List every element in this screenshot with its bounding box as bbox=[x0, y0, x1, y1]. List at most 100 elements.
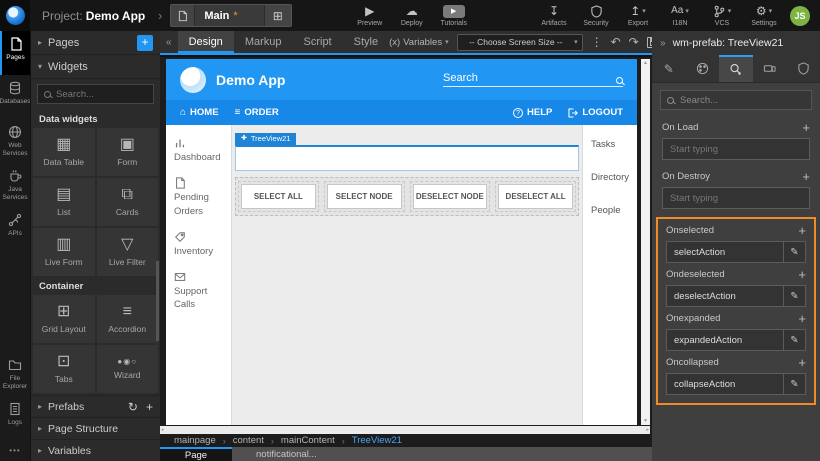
tab-properties[interactable]: ✎ bbox=[652, 55, 686, 82]
widget-tile-form[interactable]: ▣ Form bbox=[97, 128, 159, 176]
tab-design[interactable]: Design bbox=[178, 31, 234, 53]
rail-item-java-services[interactable]: Java Services bbox=[0, 163, 30, 207]
add-prefab-icon[interactable]: + bbox=[146, 400, 153, 414]
add-handler-icon[interactable]: + bbox=[798, 226, 806, 236]
tab-script[interactable]: Script bbox=[293, 31, 343, 53]
rail-item-file-explorer[interactable]: File Explorer bbox=[0, 352, 30, 396]
tab-devices[interactable] bbox=[753, 55, 787, 82]
nav-help[interactable]: ? HELP bbox=[513, 107, 552, 118]
widget-tile-data-table[interactable]: ▦ Data Table bbox=[33, 128, 95, 176]
sidenav-dashboard[interactable]: Dashboard bbox=[174, 137, 223, 164]
kebab-menu-icon[interactable]: ⋮ bbox=[591, 35, 603, 49]
ondeselected-field[interactable]: deselectAction ✎ bbox=[666, 285, 806, 307]
page-structure-section-header[interactable]: ▸ Page Structure bbox=[31, 417, 160, 439]
security-button[interactable]: Security bbox=[580, 4, 612, 27]
deploy-button[interactable]: ☁ Deploy bbox=[396, 4, 428, 27]
widget-tile-grid-layout[interactable]: ⊞ Grid Layout bbox=[33, 295, 95, 343]
list-item-people[interactable]: People bbox=[591, 205, 629, 216]
tab-security[interactable] bbox=[786, 55, 820, 82]
app-search-input[interactable] bbox=[443, 72, 608, 84]
widget-tile-cards[interactable]: ⧉ Cards bbox=[97, 178, 159, 226]
breadcrumb-item[interactable]: mainpage bbox=[174, 435, 216, 446]
collapse-right-panel-icon[interactable]: » bbox=[660, 38, 666, 49]
pages-section-header[interactable]: ▸ Pages + bbox=[31, 31, 160, 55]
add-page-button[interactable]: + bbox=[137, 35, 153, 51]
on-load-input[interactable] bbox=[662, 138, 810, 160]
edit-action-button[interactable]: ✎ bbox=[783, 242, 805, 262]
sidenav-inventory[interactable]: Inventory bbox=[174, 231, 223, 258]
rail-item-web-services[interactable]: Web Services bbox=[0, 119, 30, 163]
export-button[interactable]: ↥▾ Export bbox=[622, 4, 654, 27]
user-avatar[interactable]: JS bbox=[790, 6, 810, 26]
rail-item-apis[interactable]: APIs bbox=[0, 207, 30, 251]
widget-tile-accordion[interactable]: ≡ Accordion bbox=[97, 295, 159, 343]
list-item-tasks[interactable]: Tasks bbox=[591, 139, 629, 150]
artifacts-button[interactable]: ↧ Artifacts bbox=[538, 4, 570, 27]
select-all-button[interactable]: SELECT ALL bbox=[241, 184, 316, 209]
app-search[interactable] bbox=[443, 72, 623, 87]
breadcrumb-item[interactable]: mainContent bbox=[281, 435, 335, 446]
deselect-node-button[interactable]: DESELECT NODE bbox=[413, 184, 488, 209]
tab-markup[interactable]: Markup bbox=[234, 31, 293, 53]
tutorials-button[interactable]: ▶ Tutorials bbox=[438, 4, 470, 27]
widget-tile-list[interactable]: ▤ List bbox=[33, 178, 95, 226]
edit-action-button[interactable]: ✎ bbox=[783, 330, 805, 350]
selected-widget-tab[interactable]: ✚ TreeView21 bbox=[235, 133, 296, 145]
canvas-horizontal-scrollbar[interactable]: ◂ ▸ bbox=[160, 426, 650, 434]
variables-section-header[interactable]: ▸ Variables bbox=[31, 439, 160, 461]
select-node-button[interactable]: SELECT NODE bbox=[327, 184, 402, 209]
rail-item-pages[interactable]: Pages bbox=[0, 31, 30, 75]
add-handler-icon[interactable]: + bbox=[798, 314, 806, 324]
widget-tile-wizard[interactable]: ●◉○ Wizard bbox=[97, 345, 159, 393]
pages-grid-button[interactable]: ⊞ bbox=[264, 5, 291, 26]
deselect-all-button[interactable]: DESELECT ALL bbox=[498, 184, 573, 209]
tab-styles[interactable] bbox=[686, 55, 720, 82]
undo-icon[interactable]: ↶ bbox=[611, 35, 621, 49]
variables-dropdown[interactable]: (x) Variables ▾ bbox=[389, 37, 449, 48]
scroll-left-icon[interactable]: ◂ bbox=[161, 427, 164, 433]
tab-style[interactable]: Style bbox=[343, 31, 389, 53]
more-options-icon[interactable]: ••• bbox=[0, 440, 30, 459]
widget-search[interactable] bbox=[37, 84, 154, 104]
refresh-prefabs-icon[interactable]: ↻ bbox=[128, 400, 138, 414]
redo-icon[interactable]: ↷ bbox=[629, 35, 639, 49]
breadcrumb-item[interactable]: content bbox=[233, 435, 264, 446]
settings-button[interactable]: ⚙▾ Settings bbox=[748, 4, 780, 27]
i18n-button[interactable]: Aa▾ I18N bbox=[664, 4, 696, 27]
widgets-section-header[interactable]: ▾ Widgets bbox=[31, 55, 160, 79]
scroll-right-icon[interactable]: ▸ bbox=[646, 427, 649, 433]
tab-events[interactable] bbox=[719, 55, 753, 82]
collapse-panel-icon[interactable]: « bbox=[160, 37, 178, 48]
edit-action-button[interactable]: ✎ bbox=[783, 374, 805, 394]
widget-tile-live-form[interactable]: ▥ Live Form bbox=[33, 228, 95, 276]
nav-order[interactable]: ≡ ORDER bbox=[235, 107, 279, 118]
prefabs-section-header[interactable]: ▸ Prefabs ↻ + bbox=[31, 395, 160, 417]
widget-tile-live-filter[interactable]: ▽ Live Filter bbox=[97, 228, 159, 276]
panel-scrollbar[interactable] bbox=[156, 261, 159, 341]
oncollapsed-field[interactable]: collapseAction ✎ bbox=[666, 373, 806, 395]
events-search[interactable] bbox=[660, 90, 812, 110]
events-search-input[interactable] bbox=[680, 95, 805, 106]
preview-button[interactable]: ▶ Preview bbox=[354, 4, 386, 27]
list-item-directory[interactable]: Directory bbox=[591, 172, 629, 183]
on-destroy-input[interactable] bbox=[662, 187, 810, 209]
add-handler-icon[interactable]: + bbox=[798, 270, 806, 280]
treeview-widget[interactable] bbox=[235, 145, 579, 171]
page-status-tab[interactable]: Page bbox=[160, 447, 232, 461]
sidenav-pending-orders[interactable]: Pending Orders bbox=[174, 177, 223, 218]
add-handler-icon[interactable]: + bbox=[802, 123, 810, 133]
widget-tile-tabs[interactable]: ⊡ Tabs bbox=[33, 345, 95, 393]
open-page-tab[interactable]: Main * ⊞ bbox=[170, 4, 291, 27]
sidenav-support-calls[interactable]: Support Calls bbox=[174, 271, 223, 312]
add-handler-icon[interactable]: + bbox=[802, 172, 810, 182]
scroll-down-icon[interactable]: ▼ bbox=[643, 418, 648, 424]
screen-size-select[interactable]: -- Choose Screen Size -- ▾ bbox=[457, 34, 583, 51]
onexpanded-field[interactable]: expandedAction ✎ bbox=[666, 329, 806, 351]
nav-logout[interactable]: LOGOUT bbox=[568, 107, 623, 118]
nav-home[interactable]: ⌂ HOME bbox=[180, 107, 219, 118]
widget-search-input[interactable] bbox=[56, 89, 147, 100]
rail-item-logs[interactable]: Logs bbox=[0, 396, 30, 440]
scroll-up-icon[interactable]: ▲ bbox=[643, 60, 648, 66]
rail-item-databases[interactable]: Databases bbox=[0, 75, 30, 119]
edit-action-button[interactable]: ✎ bbox=[783, 286, 805, 306]
